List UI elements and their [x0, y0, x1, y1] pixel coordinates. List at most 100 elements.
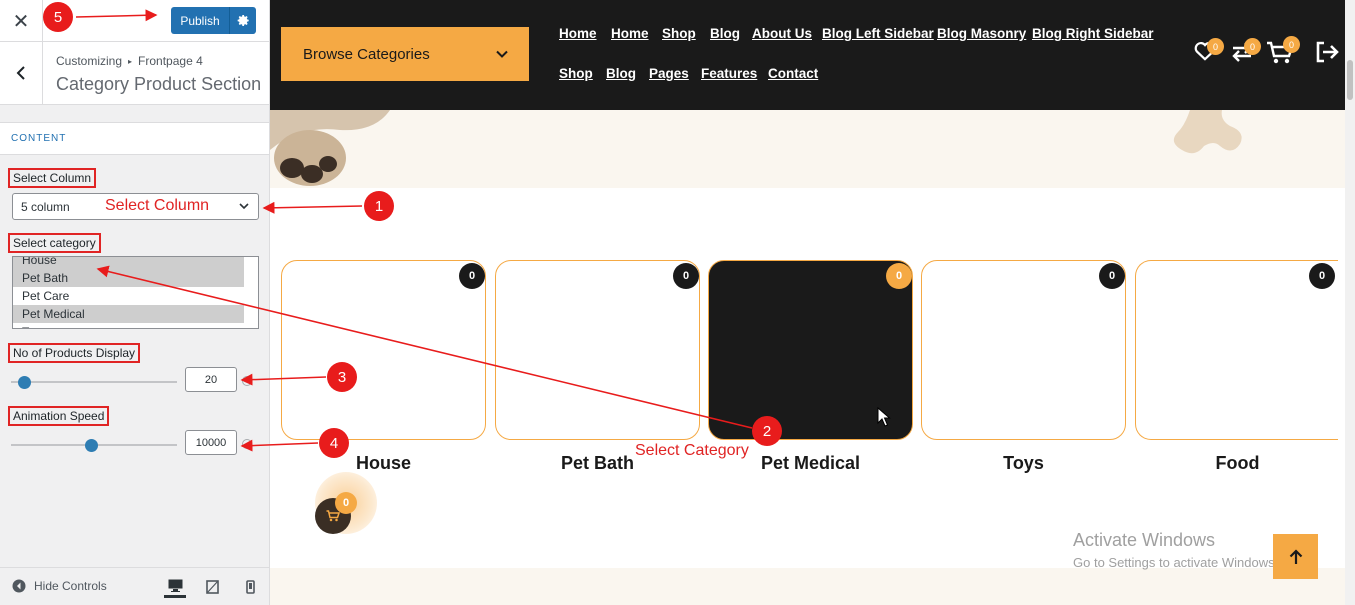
category-option[interactable]: Pet Medical [13, 305, 244, 323]
breadcrumb-separator: ▸ [128, 56, 133, 66]
column-select[interactable]: 5 column Select Column [12, 193, 259, 220]
compare-count-badge: 0 [1244, 38, 1261, 55]
nav-link-shop[interactable]: Shop [662, 26, 696, 41]
category-name-house[interactable]: House [281, 453, 486, 474]
nav-link-home[interactable]: Home [611, 26, 649, 41]
activate-windows-subtitle: Go to Settings to activate Windows. [1073, 555, 1279, 570]
hero-banner-strip [270, 110, 1345, 188]
close-icon: ✕ [12, 10, 30, 33]
column-select-value: 5 column [21, 200, 70, 214]
mouse-cursor-icon [877, 407, 891, 427]
breadcrumb: Customizing ▸ Frontpage 4 [56, 54, 203, 68]
annotation-number: 2 [752, 416, 782, 446]
cart-count-badge: 0 [1283, 36, 1300, 53]
select-column-label: Select Column [8, 168, 97, 188]
scrollbar-thumb[interactable] [1347, 60, 1353, 100]
nav-link-blog-left-sidebar[interactable]: Blog Left Sidebar [822, 26, 934, 41]
cart-icon [326, 510, 340, 522]
category-card-toys[interactable]: 0 [921, 260, 1126, 440]
animation-speed-label: Animation Speed [8, 406, 110, 426]
nav-link-contact[interactable]: Contact [768, 66, 818, 81]
content-heading: CONTENT [0, 122, 269, 155]
browse-categories-label: Browse Categories [303, 45, 430, 63]
annotation-number: 1 [364, 191, 394, 221]
category-name-food[interactable]: Food [1135, 453, 1340, 474]
site-header: Browse Categories Home Home Shop Blog Ab… [270, 0, 1355, 110]
mobile-icon [245, 580, 255, 594]
category-card-pet-bath[interactable]: 0 [495, 260, 700, 440]
back-button[interactable] [0, 42, 43, 104]
nav-link-shop[interactable]: Shop [559, 66, 593, 81]
arrow-up-icon [1289, 548, 1302, 564]
hide-controls-button[interactable]: Hide Controls [12, 579, 107, 593]
chevron-left-icon [16, 66, 25, 80]
reset-icon[interactable] [242, 439, 252, 449]
category-count-badge: 0 [1099, 263, 1125, 289]
paw-and-bone-image [270, 110, 1242, 186]
site-preview: Browse Categories Home Home Shop Blog Ab… [270, 0, 1355, 605]
category-card-food[interactable]: 0 [1135, 260, 1338, 440]
category-card-pet-medical[interactable]: 0 [708, 260, 913, 440]
publish-settings-button[interactable] [229, 7, 256, 34]
close-customizer-button[interactable]: ✕ [0, 0, 43, 42]
hide-controls-label: Hide Controls [34, 579, 107, 593]
section-title: Category Product Section [56, 74, 262, 94]
category-option[interactable]: House [13, 257, 244, 269]
products-slider-handle[interactable] [18, 376, 32, 389]
annotation-number: 5 [43, 2, 73, 32]
category-multiselect[interactable]: HousePet BathPet CarePet MedicalToys [12, 256, 259, 329]
floating-cart[interactable]: 0 [315, 472, 377, 534]
gear-icon [237, 14, 249, 27]
category-count-badge: 0 [459, 263, 485, 289]
category-option[interactable]: Toys [13, 323, 244, 328]
nav-link-about-us[interactable]: About Us [752, 26, 812, 41]
nav-link-blog-masonry[interactable]: Blog Masonry [937, 26, 1026, 41]
select-category-label: Select category [8, 233, 101, 253]
customizer-footer: Hide Controls [0, 567, 269, 605]
logout-icon[interactable] [1315, 41, 1339, 63]
breadcrumb-page: Frontpage 4 [138, 54, 203, 68]
speed-slider-handle[interactable] [84, 439, 98, 452]
mobile-preview-button[interactable] [239, 576, 261, 598]
select-category-hint: Select Category [635, 442, 749, 459]
section-header: Customizing ▸ Frontpage 4 Category Produ… [0, 42, 269, 105]
nav-link-blog-right-sidebar[interactable]: Blog Right Sidebar [1032, 26, 1154, 41]
activate-windows-title: Activate Windows [1073, 530, 1216, 550]
select-column-hint: Select Column [105, 197, 210, 214]
scroll-to-top-button[interactable] [1273, 534, 1318, 579]
reset-icon[interactable] [242, 376, 252, 386]
speed-input[interactable]: 10000 [185, 430, 237, 455]
category-count-badge: 0 [886, 263, 912, 289]
tablet-icon [205, 580, 219, 594]
category-option[interactable]: Pet Care [13, 287, 244, 305]
floating-cart-count: 0 [335, 492, 357, 514]
category-card-house[interactable]: 0 [281, 260, 486, 440]
desktop-preview-button[interactable] [164, 576, 186, 598]
category-count-badge: 0 [1309, 263, 1335, 289]
next-section-strip [270, 568, 1345, 605]
nav-link-blog[interactable]: Blog [606, 66, 636, 81]
wishlist-count-badge: 0 [1207, 38, 1224, 55]
annotation-number: 4 [319, 428, 349, 458]
chevron-down-icon [239, 203, 249, 210]
preview-scrollbar[interactable] [1345, 0, 1355, 605]
tablet-preview-button[interactable] [201, 576, 223, 598]
products-slider-track[interactable] [11, 381, 177, 383]
nav-link-home[interactable]: Home [559, 26, 597, 41]
category-option[interactable]: Pet Bath [13, 269, 244, 287]
customizer-sidebar: ✕ Publish Customizing ▸ Frontpage 4 Cate… [0, 0, 270, 605]
breadcrumb-root: Customizing [56, 54, 123, 68]
category-name-toys[interactable]: Toys [921, 453, 1126, 474]
browse-categories-button[interactable]: Browse Categories [281, 27, 529, 81]
category-count-badge: 0 [673, 263, 699, 289]
nav-link-blog[interactable]: Blog [710, 26, 740, 41]
chevron-down-icon [496, 50, 508, 58]
annotation-number: 3 [327, 362, 357, 392]
products-display-label: No of Products Display [8, 343, 141, 363]
customizer-topbar: ✕ Publish [0, 0, 269, 42]
nav-link-features[interactable]: Features [701, 66, 757, 81]
collapse-icon [12, 579, 26, 593]
nav-link-pages[interactable]: Pages [649, 66, 689, 81]
publish-button[interactable]: Publish [171, 7, 229, 34]
products-count-input[interactable]: 20 [185, 367, 237, 392]
